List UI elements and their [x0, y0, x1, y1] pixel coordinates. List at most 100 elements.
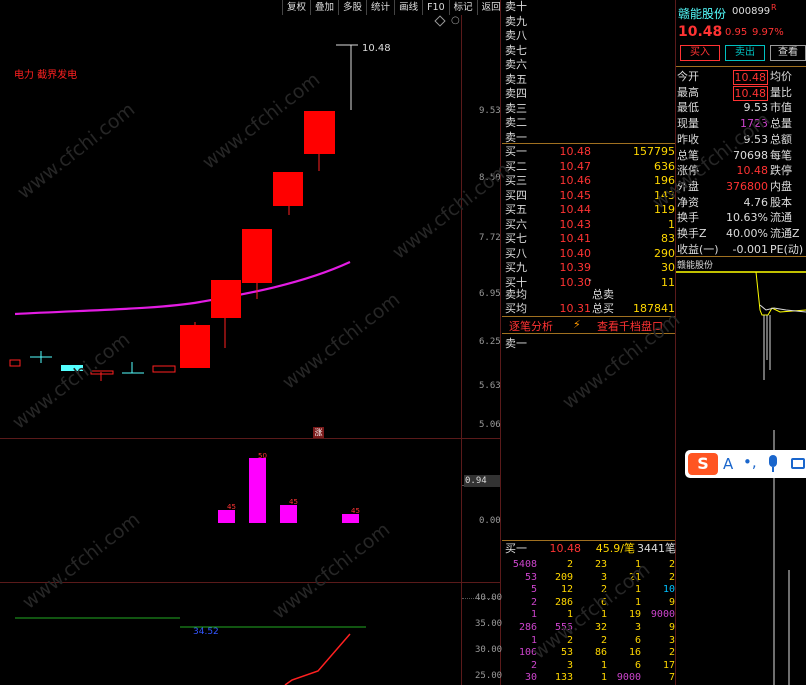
- volume-bar-label: 45: [289, 498, 298, 506]
- osc-red-line: [284, 633, 351, 685]
- kline-candle: [180, 325, 210, 368]
- stat-row: 昨收 9.53 总额: [677, 132, 806, 148]
- volume-bar: [249, 458, 266, 523]
- stat-row: 最高 10.48 量比: [677, 85, 806, 101]
- stat-label: 跌停: [770, 164, 792, 178]
- stat-value: 4.76: [743, 195, 769, 209]
- stat-row: 今开 10.48 均价: [677, 69, 806, 85]
- price-axis-label: 6.25: [479, 337, 501, 347]
- price-axis-label: 5.63: [479, 381, 501, 391]
- orderbook-divider: [502, 333, 675, 334]
- stock-name: 赣能股份: [678, 7, 727, 21]
- volume-bar-label: 45: [227, 503, 236, 511]
- panel-divider: [676, 256, 806, 257]
- sogou-logo-icon[interactable]: S: [688, 453, 718, 475]
- osc-axis-label: 25.00: [475, 671, 503, 681]
- stat-value: 10.48: [732, 85, 768, 101]
- stat-label: PE(动): [770, 242, 804, 256]
- stat-row: 外盘 376800 内盘: [677, 179, 806, 195]
- stat-value: 10.63%: [726, 211, 768, 225]
- depth-tab[interactable]: 查看千档盘口: [597, 318, 663, 334]
- stock-price: 10.48: [678, 24, 723, 40]
- stock-code: 000899: [732, 6, 771, 17]
- stat-value: 376800: [726, 179, 768, 193]
- stat-row: 总笔 70698 每笔: [677, 148, 806, 164]
- stat-label: 每笔: [770, 148, 792, 162]
- microphone-icon[interactable]: [769, 455, 777, 467]
- stat-label: 流通: [770, 211, 792, 225]
- stat-label: 股本: [770, 195, 792, 209]
- stat-label: 均价: [770, 70, 792, 83]
- stat-value: 70698: [733, 148, 768, 162]
- stock-pct: 9.97%: [752, 27, 784, 38]
- osc-axis-label: 35.00: [475, 619, 503, 629]
- kline-candle: [9, 359, 21, 367]
- tick-cell: 9000: [616, 672, 641, 684]
- stat-row: 换手Z 40.00% 流通Z: [677, 226, 806, 242]
- volume-axis-label: 0.00: [479, 516, 501, 526]
- trades-analysis-tab[interactable]: 逐笔分析: [509, 318, 553, 334]
- stat-row: 涨停 10.48 跌停: [677, 163, 806, 179]
- stat-label: 涨停: [677, 164, 699, 178]
- price-axis-label: 7.72: [479, 233, 501, 243]
- high-label: 10.48: [362, 43, 391, 54]
- buy10-flag: -: [588, 275, 592, 286]
- volume-bar-label: 50: [258, 452, 267, 460]
- tick-header: 买一 10.48 45.9/笔 3441 笔: [505, 542, 676, 555]
- stat-label: 总量: [770, 117, 792, 131]
- stat-value: 10.48: [732, 70, 768, 85]
- tick-row: 30 133 1 9000 7: [505, 670, 675, 685]
- stat-label: 流通Z: [770, 227, 800, 240]
- stat-row: 收益(一) -0.001 PE(动): [677, 242, 806, 258]
- event-marker[interactable]: 涨: [313, 427, 324, 438]
- buy-button[interactable]: 买入: [680, 45, 720, 61]
- volume-axis-label: 0.94: [464, 475, 500, 487]
- kline-chart: [9, 44, 366, 685]
- ime-lang-button[interactable]: A: [723, 455, 733, 473]
- kline-candle: [61, 365, 83, 371]
- orderbook-divider: [502, 316, 675, 317]
- stat-label: 市值: [770, 101, 792, 115]
- ime-punct-button[interactable]: •,: [743, 453, 757, 471]
- stat-value: 9.53: [743, 101, 769, 115]
- osc-value-label: 34.52: [193, 627, 219, 637]
- price-axis-label: 5.06: [479, 420, 501, 430]
- stock-change: 0.95: [725, 27, 748, 38]
- stat-row: 净资 4.76 股本: [677, 195, 806, 211]
- stat-label: 最低: [677, 101, 699, 115]
- stat-label: 换手Z: [677, 227, 707, 240]
- ime-toolbar[interactable]: S A •,: [685, 450, 806, 478]
- kline-candle: [304, 111, 335, 154]
- stat-value: 9.53: [743, 132, 769, 146]
- stat-value: 10.48: [736, 164, 769, 178]
- volume-bar: [280, 505, 297, 523]
- stat-label: 内盘: [770, 179, 792, 193]
- stat-label: 收益(一): [677, 242, 719, 256]
- price-axis-label: 6.95: [479, 289, 501, 299]
- stat-label: 量比: [770, 85, 792, 99]
- lightning-icon: ⚡: [573, 318, 581, 331]
- tick-cell: 30: [524, 672, 537, 684]
- keyboard-icon[interactable]: [791, 458, 805, 469]
- stat-label: 总额: [770, 132, 792, 146]
- sell-button[interactable]: 卖出: [725, 45, 765, 61]
- panel-divider: [676, 66, 806, 67]
- osc-axis-label: 40.00: [475, 593, 503, 603]
- mic-stand: [772, 467, 774, 472]
- stat-row: 现量 1723 总量: [677, 116, 806, 132]
- chart-right-border: [461, 15, 462, 685]
- stat-label: 净资: [677, 195, 699, 209]
- kline-candle: [273, 172, 303, 206]
- stat-label: 昨收: [677, 132, 699, 146]
- kline-candle: [242, 229, 272, 283]
- mini-avg-line: [759, 304, 806, 313]
- stat-row: 换手 10.63% 流通: [677, 210, 806, 226]
- stat-label: 换手: [677, 211, 699, 225]
- stat-value: 40.00%: [726, 227, 768, 240]
- kline-candle: [211, 280, 241, 318]
- osc-axis-label: 30.00: [475, 645, 503, 655]
- orderbook-divider: [502, 143, 675, 144]
- sell1-label: 卖一: [505, 337, 527, 350]
- tick-cell: 1: [600, 672, 607, 684]
- more-button[interactable]: 查看: [770, 45, 806, 61]
